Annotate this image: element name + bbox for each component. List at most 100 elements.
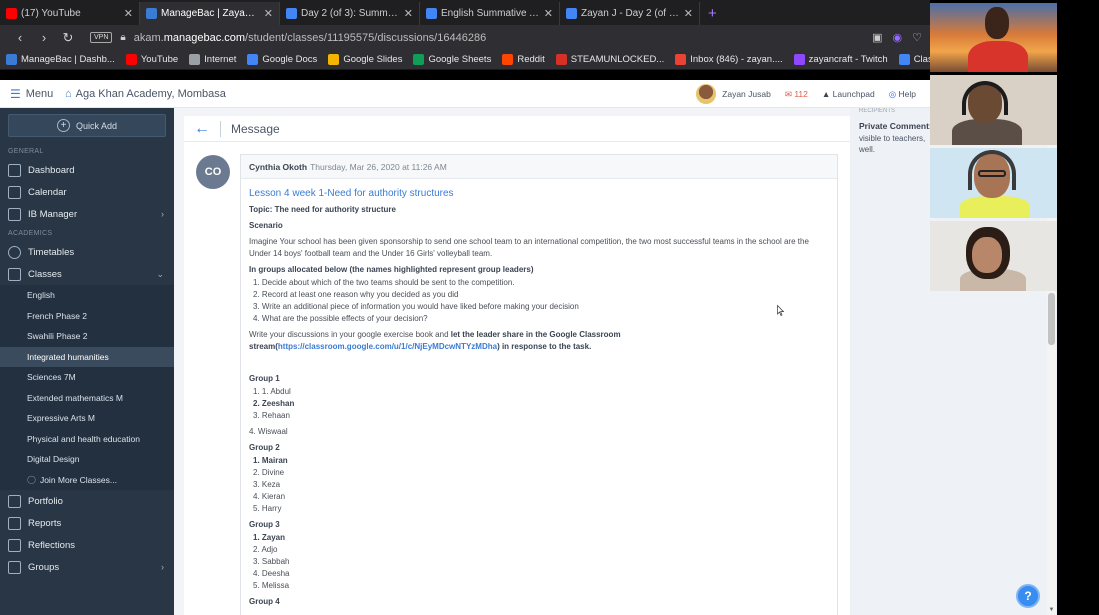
browser-tab[interactable]: (17) YouTube ✕ xyxy=(0,2,140,25)
url-field[interactable]: akam.managebac.com/student/classes/11195… xyxy=(134,32,862,44)
shield-icon[interactable]: ◉ xyxy=(893,31,903,44)
bookmark-item[interactable]: Internet xyxy=(189,54,236,65)
bookmark-item[interactable]: Reddit xyxy=(502,54,545,65)
heart-icon[interactable]: ♡ xyxy=(912,31,922,44)
sidebar-class-item[interactable]: Swahili Phase 2 xyxy=(0,326,174,347)
close-icon[interactable]: ✕ xyxy=(404,7,413,20)
quick-add-label: Quick Add xyxy=(75,120,118,131)
post-title[interactable]: Lesson 4 week 1-Need for authority struc… xyxy=(249,188,829,200)
close-icon[interactable]: ✕ xyxy=(124,7,133,20)
group-member: 3. Keza xyxy=(253,480,281,489)
plus-icon: + xyxy=(56,119,70,132)
bookmark-label: Google Slides xyxy=(343,54,403,65)
reload-icon[interactable]: ↻ xyxy=(56,30,80,46)
bookmark-item[interactable]: STEAMUNLOCKED... xyxy=(555,54,664,65)
close-icon[interactable]: ✕ xyxy=(544,7,553,20)
vpn-badge[interactable]: VPN xyxy=(90,32,113,43)
close-icon[interactable]: ✕ xyxy=(684,7,693,20)
quick-add-button[interactable]: + Quick Add xyxy=(8,114,166,137)
sidebar-item-dashboard[interactable]: Dashboard xyxy=(0,159,174,181)
bookmark-label: YouTube xyxy=(140,54,179,65)
mail-button[interactable]: ✉ 112 xyxy=(785,89,808,100)
video-tile-2 xyxy=(930,75,1057,145)
browser-tab[interactable]: Zayan J - Day 2 (of 3): Sum ✕ xyxy=(560,2,700,25)
bookmark-item[interactable]: Google Sheets xyxy=(413,54,491,65)
bookmark-favicon-icon xyxy=(413,54,425,65)
help-button[interactable]: ◎ Help xyxy=(889,89,916,100)
forward-arrow-icon[interactable]: › xyxy=(32,30,56,45)
sidebar-item-ib-manager[interactable]: IB Manager › xyxy=(0,203,174,225)
browser-address-bar: ‹ › ↻ VPN 🔒︎ akam.managebac.com/student/… xyxy=(0,25,930,50)
bookmark-favicon-icon xyxy=(502,54,514,65)
sidebar-class-item[interactable]: Integrated humanities xyxy=(0,346,174,367)
bookmark-item[interactable]: YouTube xyxy=(125,54,179,65)
bookmark-item[interactable]: Google Docs xyxy=(247,54,317,65)
bookmark-label: Inbox (846) - zayan.... xyxy=(690,54,783,65)
join-more-classes[interactable]: ◯ Join More Classes... xyxy=(0,469,174,490)
bookmark-label: Google Docs xyxy=(262,54,318,65)
class-list: English French Phase 2 Swahili Phase 2 Inte… xyxy=(0,285,174,470)
sidebar-item-label: IB Manager xyxy=(28,208,78,220)
sidebar-item-label: Reports xyxy=(28,517,62,529)
screen-edge xyxy=(1057,0,1099,615)
sidebar-item-reflections[interactable]: Reflections xyxy=(0,534,174,556)
group-member: 1. Mairan xyxy=(253,456,288,465)
group-3-members: 1. Zayan 2. Adjo 3. Sabbah 4. Deesha 5. Meli… xyxy=(253,532,829,592)
school-link[interactable]: ⌂ Aga Khan Academy, Mombasa xyxy=(65,88,226,100)
group-member: 3. Sabbah xyxy=(253,557,290,566)
user-name[interactable]: Zayan Jusab xyxy=(722,89,771,99)
tab-favicon-icon xyxy=(146,8,157,19)
sidebar-class-item[interactable]: French Phase 2 xyxy=(0,305,174,326)
managebac-header: ☰ Menu ⌂ Aga Khan Academy, Mombasa Zayan… xyxy=(0,80,930,108)
sidebar-class-item[interactable]: Digital Design xyxy=(0,449,174,470)
bookmark-item[interactable]: zayancraft - Twitch xyxy=(793,54,888,65)
message-header: ← Message xyxy=(184,116,850,142)
sidebar-item-classes[interactable]: Classes ⌄ xyxy=(0,263,174,285)
sidebar-class-item[interactable]: English xyxy=(0,285,174,306)
bookmark-item[interactable]: Inbox (846) - zayan.... xyxy=(675,54,783,65)
tab-label: English Summative Assessi xyxy=(441,8,540,19)
sidebar-item-calendar[interactable]: Calendar xyxy=(0,181,174,203)
bookmark-item[interactable]: ManageBac | Dashb... xyxy=(6,54,115,65)
sidebar-class-item[interactable]: Extended mathematics M xyxy=(0,387,174,408)
bookmark-favicon-icon xyxy=(555,54,567,65)
browser-tab[interactable]: English Summative Assessi ✕ xyxy=(420,2,560,25)
task-item: 2. Record at least one reason why you de… xyxy=(253,290,459,299)
scenario-text: Imagine Your school has been given spons… xyxy=(249,237,809,258)
back-arrow-icon[interactable]: ← xyxy=(194,120,212,138)
mouse-cursor-icon xyxy=(777,305,784,316)
post-header: Cynthia Okoth Thursday, Mar 26, 2020 at … xyxy=(241,155,837,179)
help-fab-button[interactable]: ? xyxy=(1016,584,1040,608)
post-body: Lesson 4 week 1-Need for authority struc… xyxy=(241,179,837,615)
lock-icon[interactable]: 🔒︎ xyxy=(120,32,125,43)
camera-icon[interactable]: ▣ xyxy=(872,31,882,44)
browser-tab[interactable]: ManageBac | Zayan Jusab ✕ xyxy=(140,2,280,25)
sidebar-class-item[interactable]: Sciences 7M xyxy=(0,367,174,388)
mail-count: 112 xyxy=(794,89,808,99)
launchpad-button[interactable]: ▲ Launchpad xyxy=(822,89,875,99)
tab-label: (17) YouTube xyxy=(21,8,81,19)
close-icon[interactable]: ✕ xyxy=(264,7,273,20)
private-comment-text: visible to teachers, well. xyxy=(859,134,926,154)
sidebar-class-item[interactable]: Expressive Arts M xyxy=(0,408,174,429)
sidebar-item-reports[interactable]: Reports xyxy=(0,512,174,534)
scrollbar-thumb[interactable] xyxy=(1048,293,1055,345)
sidebar-item-label: Groups xyxy=(28,561,60,573)
sidebar-item-portfolio[interactable]: Portfolio xyxy=(0,490,174,512)
group-member: 4. Deesha xyxy=(253,569,290,578)
avatar[interactable] xyxy=(696,84,717,104)
sidebar-item-label: Timetables xyxy=(28,246,75,258)
menu-button[interactable]: ☰ Menu xyxy=(0,87,65,101)
scroll-down-arrow-icon[interactable]: ▼ xyxy=(1048,607,1055,614)
post-author[interactable]: Cynthia Okoth xyxy=(249,162,307,172)
scenario-label: Scenario xyxy=(249,221,283,230)
sidebar-class-item[interactable]: Physical and health education xyxy=(0,428,174,449)
classroom-link[interactable]: https://classroom.google.com/u/1/c/NjEyM… xyxy=(278,342,497,351)
sidebar-item-groups[interactable]: Groups › xyxy=(0,556,174,578)
sidebar-item-timetables[interactable]: Timetables xyxy=(0,241,174,263)
browser-tab[interactable]: Day 2 (of 3): Summative As ✕ xyxy=(280,2,420,25)
bookmark-item[interactable]: Google Slides xyxy=(328,54,402,65)
new-tab-button[interactable]: + xyxy=(700,2,725,25)
bookmark-label: ManageBac | Dashb... xyxy=(21,54,115,65)
back-arrow-icon[interactable]: ‹ xyxy=(8,30,32,45)
